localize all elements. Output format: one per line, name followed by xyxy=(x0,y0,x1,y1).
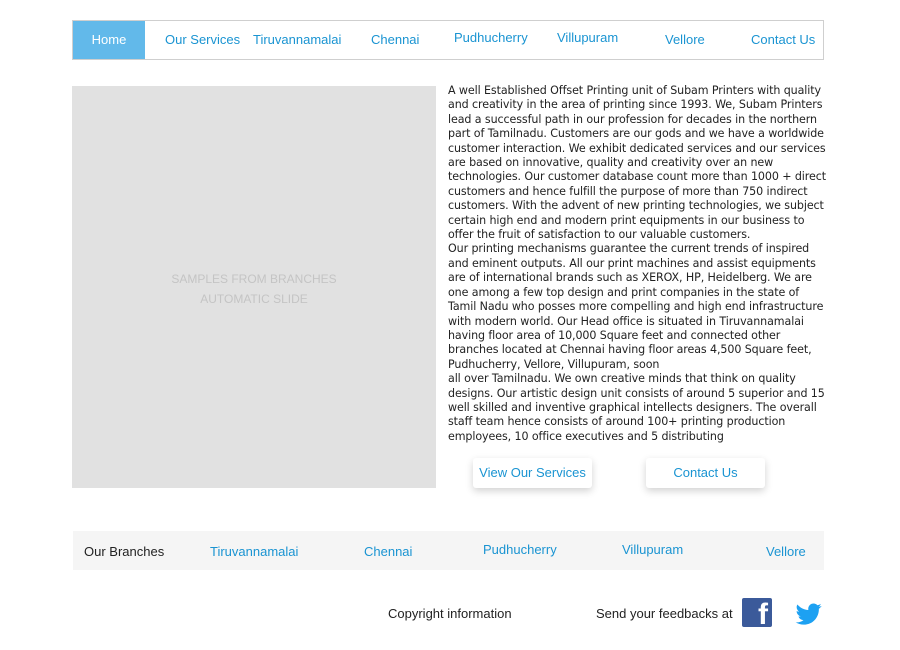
about-line: and creativity in the area of printing s… xyxy=(448,98,823,112)
branch-link-vellore[interactable]: Vellore xyxy=(766,531,806,572)
about-line: and eminent outputs. All our print machi… xyxy=(448,256,816,270)
branch-samples-slideshow: SAMPLES FROM BRANCHES AUTOMATIC SLIDE xyxy=(72,86,436,488)
branches-label: Our Branches xyxy=(84,544,165,559)
nav-contact-us[interactable]: Contact Us xyxy=(751,21,815,59)
nav-villupuram[interactable]: Villupuram xyxy=(557,19,618,57)
about-line: Pudhucherry, Vellore, Villupuram, soon xyxy=(448,357,660,371)
about-line: employees, 10 office executives and 5 di… xyxy=(448,429,724,443)
nav-chennai[interactable]: Chennai xyxy=(371,21,419,59)
about-line: Our printing mechanisms guarantee the cu… xyxy=(448,242,810,256)
about-line: all over Tamilnadu. We own creative mind… xyxy=(448,372,796,386)
about-line: customer interaction. We exhibit dedicat… xyxy=(448,141,826,155)
top-navigation: Home Our Services Tiruvannamalai Chennai… xyxy=(72,20,824,60)
nav-tiruvannamalai[interactable]: Tiruvannamalai xyxy=(253,21,341,59)
about-line: lead a successful path in our profession… xyxy=(448,112,817,126)
about-line: staff team hence consists of around 100+… xyxy=(448,415,786,429)
about-line: certain high end and modern print equipm… xyxy=(448,213,805,227)
about-line: with modern world. Our Head office is si… xyxy=(448,314,804,328)
about-line: are of international brands such as XERO… xyxy=(448,271,812,285)
nav-vellore[interactable]: Vellore xyxy=(665,21,705,59)
about-line: part of Tamilnadu. Customers are our god… xyxy=(448,127,824,141)
about-company-text: A well Established Offset Printing unit … xyxy=(448,84,830,444)
about-line: well skilled and inventive graphical int… xyxy=(448,400,817,414)
about-line: Tamil Nadu who posses more compelling an… xyxy=(448,300,824,314)
about-line: having floor area of 10,000 Square feet … xyxy=(448,328,781,342)
nav-pudhucherry[interactable]: Pudhucherry xyxy=(454,19,528,57)
about-line: A well Established Offset Printing unit … xyxy=(448,84,821,97)
about-line: offer the fruit of satisfaction to our v… xyxy=(448,228,751,242)
about-line: customers and hence fulfill the purpose … xyxy=(448,184,808,198)
slideshow-caption-line1: SAMPLES FROM BRANCHES xyxy=(171,272,337,286)
branch-link-pudhucherry[interactable]: Pudhucherry xyxy=(483,529,557,570)
about-line: are based on innovative, quality and cre… xyxy=(448,156,774,170)
branches-bar: Our Branches Tiruvannamalai Chennai Pudh… xyxy=(73,531,824,570)
slideshow-caption: SAMPLES FROM BRANCHES AUTOMATIC SLIDE xyxy=(72,269,436,309)
branch-link-villupuram[interactable]: Villupuram xyxy=(622,529,683,570)
copyright-text: Copyright information xyxy=(388,606,512,621)
about-line: designs. Our artistic design unit consis… xyxy=(448,386,825,400)
branch-link-chennai[interactable]: Chennai xyxy=(364,531,412,572)
about-line: technologies. Our customer database coun… xyxy=(448,170,826,184)
about-line: one among a few top design and print com… xyxy=(448,285,800,299)
branch-link-tiruvannamalai[interactable]: Tiruvannamalai xyxy=(210,531,298,572)
about-line: customers. With the advent of new printi… xyxy=(448,199,824,213)
view-our-services-button[interactable]: View Our Services xyxy=(473,458,592,488)
contact-us-button[interactable]: Contact Us xyxy=(646,458,765,488)
nav-home[interactable]: Home xyxy=(73,21,145,59)
about-line: branches located at Chennai having floor… xyxy=(448,343,812,357)
facebook-icon[interactable]: f xyxy=(742,598,772,630)
feedback-text: Send your feedbacks at xyxy=(596,606,733,621)
twitter-icon[interactable] xyxy=(794,601,824,627)
slideshow-caption-line2: AUTOMATIC SLIDE xyxy=(200,292,308,306)
nav-our-services[interactable]: Our Services xyxy=(165,21,240,59)
